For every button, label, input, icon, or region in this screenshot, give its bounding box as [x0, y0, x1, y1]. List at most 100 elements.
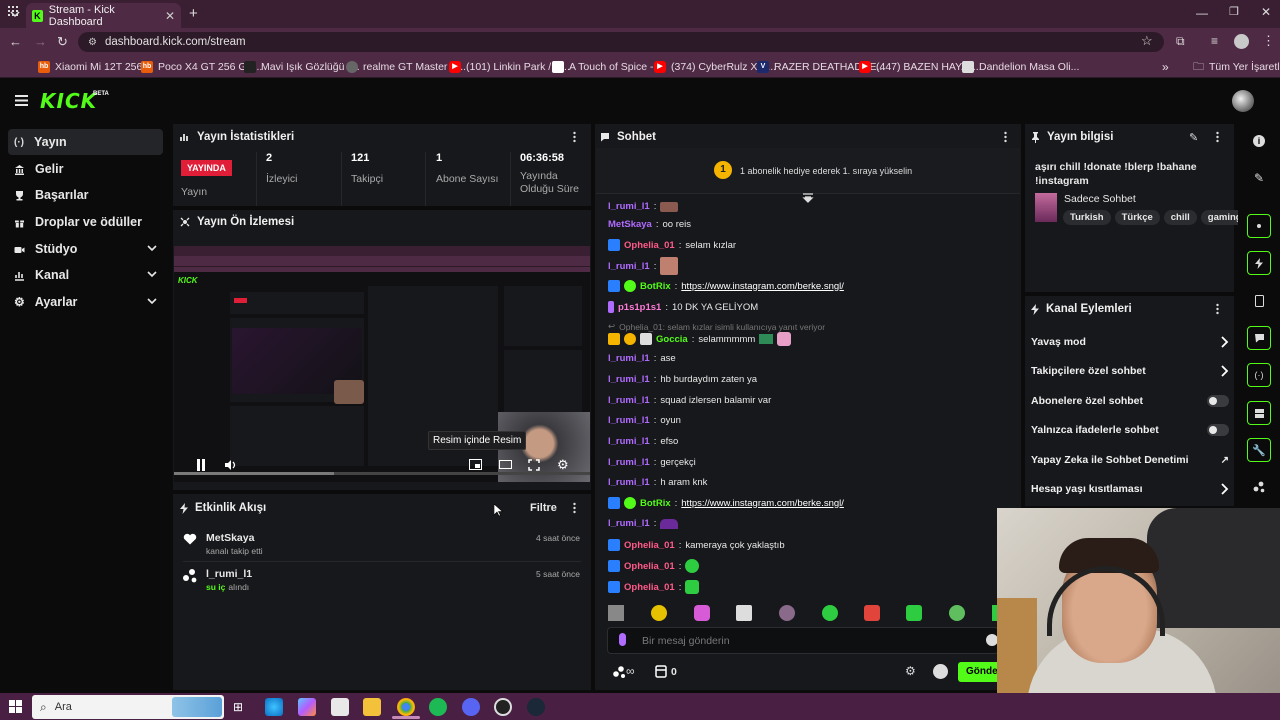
emote-button[interactable]	[694, 605, 710, 621]
emote-button[interactable]	[651, 605, 667, 621]
bookmark-star-icon[interactable]: ☆	[1141, 33, 1153, 49]
mic-icon[interactable]	[619, 633, 626, 646]
slow-mode-row[interactable]: Yavaş mod	[1031, 336, 1229, 348]
chat-message[interactable]: l_rumi_l1: efso	[608, 436, 678, 447]
activity-more-icon[interactable]	[573, 502, 576, 514]
chat-message[interactable]: Ophelia_01: kameraya çok yaklaştıb	[608, 539, 785, 551]
notes-icon[interactable]	[1247, 289, 1271, 313]
sidebar-item-studyo[interactable]: Stüdyo	[8, 236, 163, 262]
restore-icon[interactable]: ❐	[1229, 5, 1239, 18]
fullscreen-icon[interactable]	[528, 459, 540, 471]
edge-icon[interactable]	[265, 698, 283, 716]
chat-message[interactable]: l_rumi_l1:	[608, 257, 679, 275]
window-close-icon[interactable]: ✕	[1261, 5, 1271, 19]
task-view-icon[interactable]: ⊞	[233, 700, 243, 714]
stream-tag[interactable]: chill	[1163, 210, 1197, 225]
kick-points-icon[interactable]	[1247, 475, 1271, 499]
hamburger-menu-icon[interactable]	[15, 95, 28, 106]
filter-button[interactable]: Filtre	[530, 502, 557, 514]
emote-button[interactable]	[864, 605, 880, 621]
stats-more-icon[interactable]	[573, 131, 576, 143]
collapse-banner-icon[interactable]	[802, 193, 814, 203]
sidebar-item-droplar[interactable]: Droplar ve ödüller	[8, 209, 163, 235]
category-name[interactable]: Sadece Sohbet	[1064, 193, 1136, 205]
stats-toggle-icon[interactable]	[1247, 401, 1271, 425]
sidebar-item-gelir[interactable]: Gelir	[8, 156, 163, 182]
steam-icon[interactable]	[527, 698, 545, 716]
emote-button[interactable]	[906, 605, 922, 621]
chat-message[interactable]: l_rumi_l1: oyun	[608, 415, 681, 426]
stream-tag[interactable]: Türkçe	[1114, 210, 1160, 225]
actions-more-icon[interactable]	[1216, 303, 1219, 315]
stream-tag[interactable]: Turkish	[1063, 210, 1111, 225]
theater-mode-icon[interactable]	[499, 459, 512, 470]
tab-close-icon[interactable]: ✕	[165, 9, 175, 23]
activity-toggle-icon[interactable]	[1247, 251, 1271, 275]
player-settings-icon[interactable]: ⚙	[557, 457, 569, 473]
mod-tools-icon[interactable]	[933, 664, 948, 679]
kick-logo[interactable]: KICK	[40, 89, 97, 113]
chrome-icon[interactable]	[397, 698, 415, 716]
volume-icon[interactable]	[224, 459, 238, 471]
sidebar-item-basarilar[interactable]: Başarılar	[8, 182, 163, 208]
emote-button[interactable]	[779, 605, 795, 621]
bookmark-item[interactable]: Dandelion Masa Oli...	[962, 60, 1079, 74]
browser-tab[interactable]: K Stream - Kick Dashboard ✕	[26, 3, 181, 28]
edit-icon[interactable]: ✎	[1247, 166, 1271, 190]
chat-message[interactable]: BotRix: https://www.instagram.com/berke.s…	[608, 497, 844, 509]
chat-toggle-icon[interactable]	[1247, 326, 1271, 350]
browser-menu-icon[interactable]: ⋮	[1262, 33, 1275, 49]
chat-message[interactable]: l_rumi_l1: gerçekçi	[608, 457, 696, 468]
bookmark-item[interactable]: A Touch of Spice -...	[552, 60, 662, 74]
chat-message[interactable]: Ophelia_01: selam kızlar	[608, 239, 736, 251]
copilot-icon[interactable]	[298, 698, 316, 716]
store-icon[interactable]	[331, 698, 349, 716]
kick-points-icon[interactable]	[612, 665, 626, 679]
pause-icon[interactable]	[196, 459, 206, 471]
chat-more-icon[interactable]	[1004, 131, 1007, 143]
followers-only-row[interactable]: Takipçilere özel sohbet	[1031, 365, 1229, 377]
apps-grid-icon[interactable]	[8, 4, 18, 18]
chat-message[interactable]: l_rumi_l1: hb burdaydım zaten ya	[608, 374, 757, 385]
chat-message[interactable]: l_rumi_l1: ase	[608, 353, 676, 364]
info-icon[interactable]: i	[1247, 129, 1271, 153]
discord-icon[interactable]	[462, 698, 480, 716]
chat-message[interactable]: BotRix: https://www.instagram.com/berke.s…	[608, 280, 844, 292]
emotes-only-toggle[interactable]	[1207, 424, 1229, 436]
obs-icon[interactable]	[494, 698, 512, 716]
video-progress-track[interactable]	[174, 472, 590, 475]
subs-only-toggle[interactable]	[1207, 395, 1229, 407]
all-bookmarks[interactable]: 🗀Tüm Yer İşaretleri	[1193, 60, 1280, 74]
sidebar-item-ayarlar[interactable]: ⚙ Ayarlar	[8, 289, 163, 315]
emote-button[interactable]	[736, 605, 752, 621]
back-icon[interactable]: ←	[9, 34, 22, 49]
sidebar-item-kanal[interactable]: Kanal	[8, 262, 163, 288]
broadcast-toggle-icon[interactable]: (·)	[1247, 363, 1271, 387]
tools-wrench-icon[interactable]: 🔧	[1247, 438, 1271, 462]
ai-moderation-row[interactable]: Yapay Zeka ile Sohbet Denetimi ↗	[1031, 454, 1229, 466]
file-explorer-icon[interactable]	[363, 698, 381, 716]
chat-message[interactable]: Goccia: selammmmm	[608, 332, 792, 346]
new-tab-icon[interactable]: +	[189, 5, 198, 22]
chat-message[interactable]: l_rumi_l1:	[608, 518, 679, 529]
media-controls-icon[interactable]: ≡	[1211, 34, 1218, 48]
activity-user[interactable]: MetSkaya	[206, 532, 254, 544]
chat-message[interactable]: p1s1p1s1:10 DK YA GELİYOM	[608, 301, 758, 313]
omnibox[interactable]: ⚙ dashboard.kick.com/stream	[78, 32, 1164, 52]
reload-icon[interactable]: ↻	[57, 34, 68, 50]
preview-toggle-icon[interactable]	[1247, 214, 1271, 238]
emote-button[interactable]	[608, 605, 624, 621]
info-more-icon[interactable]	[1216, 131, 1219, 143]
more-bookmarks-icon[interactable]: »	[1162, 60, 1169, 74]
forward-icon[interactable]: →	[34, 34, 47, 49]
site-info-icon[interactable]: ⚙	[88, 37, 97, 48]
picture-in-picture-icon[interactable]	[469, 459, 482, 470]
edit-pencil-icon[interactable]: ✎	[1189, 131, 1198, 144]
emote-button[interactable]	[822, 605, 838, 621]
chat-message[interactable]: l_rumi_l1: h aram knk	[608, 477, 707, 488]
minimize-icon[interactable]: —	[1196, 6, 1208, 20]
sidebar-item-yayin[interactable]: (·) Yayın	[8, 129, 163, 155]
chat-message[interactable]: Ophelia_01:	[608, 559, 700, 573]
emote-button[interactable]	[949, 605, 965, 621]
windows-start-icon[interactable]	[9, 700, 22, 713]
